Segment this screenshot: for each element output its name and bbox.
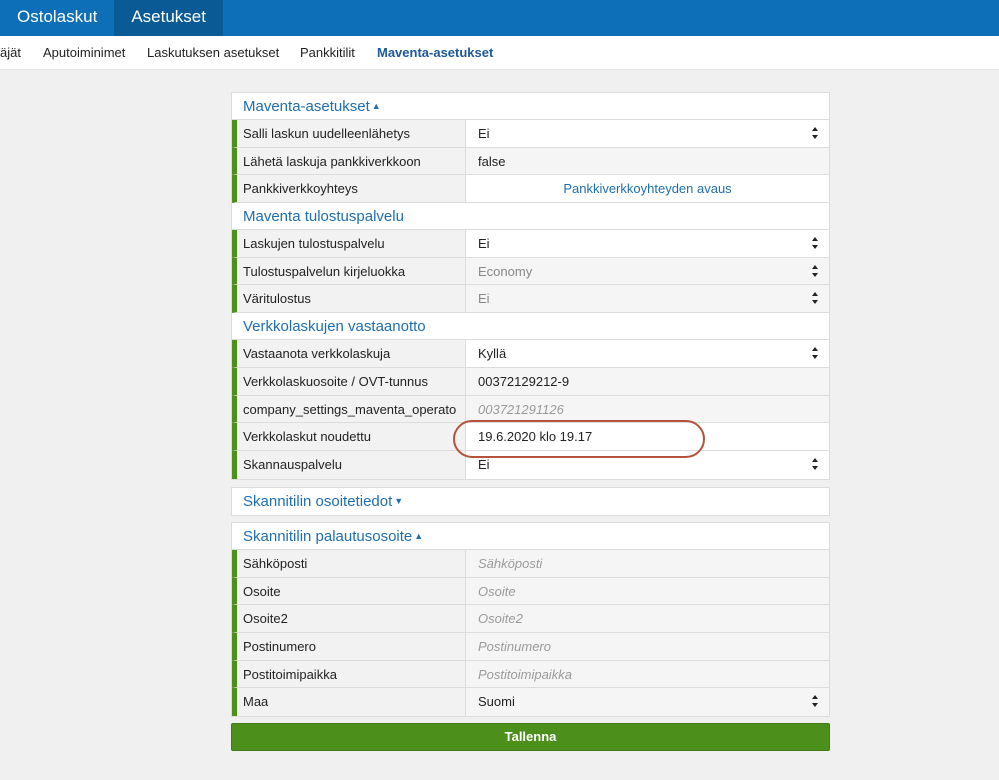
section-title: Maventa-asetukset	[243, 98, 370, 115]
select-arrows-icon	[812, 237, 819, 250]
setting-row: Pankkiverkkoyhteys Pankkiverkkoyhteyden …	[232, 175, 829, 204]
setting-row: Osoite Osoite	[232, 577, 829, 606]
setting-row: Laskujen tulostuspalvelu Ei	[232, 230, 829, 258]
subnav-item-aputoiminimet[interactable]: Aputoiminimet	[43, 36, 125, 70]
caret-up-icon: ▲	[371, 101, 381, 111]
setting-label: Skannauspalvelu	[237, 450, 466, 479]
setting-label: company_settings_maventa_operato	[237, 395, 466, 423]
setting-label: Osoite	[237, 577, 466, 605]
select-value: Suomi	[478, 694, 515, 710]
setting-label: Pankkiverkkoyhteys	[237, 175, 466, 203]
country-select[interactable]: Suomi	[466, 688, 829, 717]
subnav-item-pankkitilit[interactable]: Pankkitilit	[300, 36, 355, 70]
setting-label: Väritulostus	[237, 285, 466, 313]
setting-row: Sähköposti Sähköposti	[232, 550, 829, 578]
scan-account-address-panel: Skannitilin osoitetiedot ▼	[231, 487, 830, 516]
setting-row: Verkkolaskut noudettu 19.6.2020 klo 19.1…	[232, 423, 829, 451]
einvoices-fetched-value: 19.6.2020 klo 19.17	[466, 423, 829, 450]
section-title: Maventa tulostuspalvelu	[243, 208, 404, 226]
einvoice-address-value: 00372129212-9	[466, 367, 829, 395]
color-print-select[interactable]: Ei	[466, 285, 829, 313]
setting-row: Postinumero Postinumero	[232, 633, 829, 661]
setting-label: Verkkolaskut noudettu	[237, 423, 466, 450]
tab-asetukset[interactable]: Asetukset	[114, 0, 223, 36]
open-bank-connection-link[interactable]: Pankkiverkkoyhteyden avaus	[466, 175, 829, 203]
setting-label: Maa	[237, 688, 466, 717]
setting-label: Salli laskun uudelleenlähetys	[237, 120, 466, 147]
setting-label: Tulostuspalvelun kirjeluokka	[237, 257, 466, 285]
receive-einvoices-select[interactable]: Kyllä	[466, 340, 829, 367]
address-input[interactable]: Osoite	[466, 577, 829, 605]
setting-label: Postinumero	[237, 633, 466, 660]
select-value: Economy	[478, 263, 533, 279]
select-value: Ei	[478, 456, 490, 472]
save-button[interactable]: Tallenna	[231, 723, 830, 751]
setting-row: company_settings_maventa_operato 0037212…	[232, 395, 829, 424]
setting-row: Maa Suomi	[232, 688, 829, 717]
select-value: Ei	[478, 126, 490, 141]
setting-row: Osoite2 Osoite2	[232, 605, 829, 634]
setting-label: Vastaanota verkkolaskuja	[237, 340, 466, 367]
scanning-service-select[interactable]: Ei	[466, 450, 829, 479]
select-value: Ei	[478, 291, 490, 307]
setting-row: Postitoimipaikka Postitoimipaikka	[232, 660, 829, 689]
resend-invoice-select[interactable]: Ei	[466, 120, 829, 147]
setting-row: Väritulostus Ei	[232, 285, 829, 314]
tab-ostolaskut[interactable]: Ostolaskut	[0, 0, 114, 36]
select-value: Kyllä	[478, 346, 507, 362]
bank-network-value: false	[466, 147, 829, 175]
select-arrows-icon	[812, 127, 819, 139]
maventa-settings-panel: Maventa-asetukset ▲ Salli laskun uudellee…	[231, 92, 830, 480]
setting-row: Tulostuspalvelun kirjeluokka Economy	[232, 257, 829, 286]
letter-class-select[interactable]: Economy	[466, 257, 829, 285]
address2-input[interactable]: Osoite2	[466, 605, 829, 633]
setting-label: Sähköposti	[237, 550, 466, 577]
setting-row: Lähetä laskuja pankkiverkkoon false	[232, 147, 829, 176]
subnav-item-laskutuksen-asetukset[interactable]: Laskutuksen asetukset	[147, 36, 279, 70]
caret-down-icon: ▼	[394, 496, 404, 506]
subnav-item-maventa-asetukset[interactable]: Maventa-asetukset	[377, 36, 493, 70]
section-header-tulostuspalvelu: Maventa tulostuspalvelu	[232, 203, 829, 231]
print-service-select[interactable]: Ei	[466, 230, 829, 257]
email-input[interactable]: Sähköposti	[466, 550, 829, 577]
select-arrows-icon	[812, 457, 819, 470]
select-value: Ei	[478, 236, 490, 252]
select-arrows-icon	[812, 264, 819, 277]
setting-row: Vastaanota verkkolaskuja Kyllä	[232, 340, 829, 368]
select-arrows-icon	[812, 695, 819, 708]
setting-label: Lähetä laskuja pankkiverkkoon	[237, 147, 466, 175]
maventa-operator-value: 003721291126	[466, 395, 829, 423]
setting-label: Verkkolaskuosoite / OVT-tunnus	[237, 367, 466, 395]
top-navigation: Ostolaskut Asetukset	[0, 0, 999, 36]
section-header-verkkolaskujen-vastaanotto: Verkkolaskujen vastaanotto	[232, 313, 829, 341]
setting-row: Verkkolaskuosoite / OVT-tunnus 003721292…	[232, 367, 829, 396]
section-title: Skannitilin osoitetiedot	[243, 493, 393, 510]
caret-up-icon: ▲	[414, 531, 424, 541]
setting-row: Salli laskun uudelleenlähetys Ei	[232, 120, 829, 148]
select-arrows-icon	[812, 292, 819, 305]
setting-label: Laskujen tulostuspalvelu	[237, 230, 466, 257]
section-header-skannitilin-osoitetiedot[interactable]: Skannitilin osoitetiedot ▼	[232, 488, 829, 515]
section-header-skannitilin-palautusosoite[interactable]: Skannitilin palautusosoite ▲	[232, 523, 829, 550]
section-title: Verkkolaskujen vastaanotto	[243, 318, 426, 336]
scan-return-address-panel: Skannitilin palautusosoite ▲ Sähköposti S…	[231, 522, 830, 718]
subnav-item-users[interactable]: äjät	[0, 36, 21, 70]
settings-subnav: äjät Aputoiminimet Laskutuksen asetukset…	[0, 36, 999, 70]
setting-label: Postitoimipaikka	[237, 660, 466, 688]
postal-code-input[interactable]: Postinumero	[466, 633, 829, 660]
section-header-maventa-asetukset[interactable]: Maventa-asetukset ▲	[232, 93, 829, 120]
section-title: Skannitilin palautusosoite	[243, 528, 413, 545]
setting-row: Skannauspalvelu Ei	[232, 450, 829, 479]
city-input[interactable]: Postitoimipaikka	[466, 660, 829, 688]
setting-label: Osoite2	[237, 605, 466, 633]
select-arrows-icon	[812, 347, 819, 360]
